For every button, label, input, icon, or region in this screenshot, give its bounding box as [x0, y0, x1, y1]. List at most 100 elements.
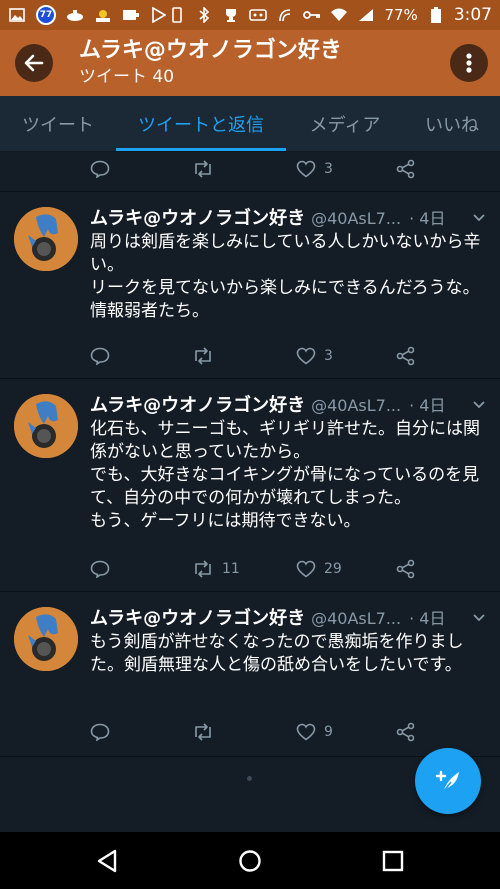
notification-count-icon: 77 [36, 5, 56, 25]
tweet-timestamp: · 4日 [409, 209, 446, 228]
tweet-author-name[interactable]: ムラキ@ウオノラゴン好き [90, 204, 305, 230]
like-button[interactable]: 29 [296, 560, 342, 578]
more-vertical-icon [466, 53, 472, 73]
like-count: 3 [324, 348, 333, 364]
share-button[interactable] [396, 559, 416, 579]
nav-recents-button[interactable] [376, 844, 410, 878]
reply-button[interactable] [90, 560, 110, 578]
retweet-icon [195, 560, 211, 578]
tab-likes[interactable]: いいね [412, 96, 492, 152]
tab-tweets-and-replies[interactable]: ツイートと返信 [120, 96, 282, 152]
battery-saver-icon [122, 7, 140, 23]
vibrate-icon [168, 7, 186, 23]
clock: 3:07 [453, 5, 492, 25]
square-recents-icon [382, 850, 404, 872]
reply-button[interactable] [90, 347, 110, 365]
share-button[interactable] [396, 722, 416, 742]
active-tab-indicator [116, 148, 286, 151]
tweet-item[interactable]: ムラキ@ウオノラゴン好き @40AsL7... · 4日 周りは剣盾を楽しみにし… [0, 192, 500, 378]
retweet-button[interactable]: 11 [192, 560, 240, 578]
tab-tweets[interactable]: ツイート [18, 96, 98, 152]
tweet-timestamp: · 4日 [409, 609, 446, 628]
heart-icon [296, 347, 316, 365]
battery-icon [427, 7, 445, 23]
tweet-text: もう剣盾が許せなくなったので愚痴垢を作りました。剣盾無理な人と傷の舐め合いをした… [90, 632, 464, 675]
tweet-author-handle: @40AsL7... [311, 609, 402, 628]
play-store-icon [150, 7, 168, 23]
status-bar: 77 77% 3:07 [0, 0, 500, 30]
game-controller-icon [249, 7, 268, 23]
tweet-author-handle: @40AsL7... [311, 396, 402, 415]
tweet-item[interactable]: ムラキ@ウオノラゴン好き @40AsL7... · 4日 化石も、サニーゴも、ギ… [0, 379, 500, 591]
tweet-author-name[interactable]: ムラキ@ウオノラゴン好き [90, 604, 305, 630]
chevron-down-icon[interactable] [472, 608, 486, 627]
retweet-button[interactable] [192, 347, 222, 365]
battery-percent: 77% [384, 6, 418, 24]
triangle-back-icon [97, 849, 117, 873]
like-count: 9 [324, 724, 333, 740]
like-button[interactable]: 9 [296, 723, 333, 741]
tweet-actions: 3 [90, 341, 430, 371]
share-icon [396, 559, 415, 579]
retweet-icon [195, 160, 211, 178]
tweet-count: ツイート 40 [79, 67, 175, 87]
profile-name-title: ムラキ@ウオノラゴン好き [79, 38, 342, 63]
back-arrow-icon [24, 54, 44, 72]
nav-home-button[interactable] [233, 844, 267, 878]
tweet-actions: 11 29 [90, 554, 430, 584]
weather-icon [94, 7, 112, 23]
chevron-down-icon[interactable] [472, 395, 486, 414]
heart-icon [296, 560, 316, 578]
tweet-author-handle: @40AsL7... [311, 209, 402, 228]
reply-button[interactable] [90, 160, 110, 178]
retweet-count: 11 [222, 561, 240, 577]
heart-icon [296, 160, 316, 178]
retweet-icon [195, 723, 211, 741]
reply-icon [90, 347, 110, 365]
nav-back-button[interactable] [90, 844, 124, 878]
heart-icon [296, 723, 316, 741]
chevron-down-icon[interactable] [472, 208, 486, 227]
tweet-actions: 9 [90, 717, 430, 747]
avatar[interactable] [14, 207, 78, 271]
like-count: 29 [324, 561, 342, 577]
share-icon [396, 722, 415, 742]
more-options-button[interactable] [450, 44, 488, 82]
tab-media[interactable]: メディア [300, 96, 390, 152]
tweet-actions: 3 [90, 154, 430, 184]
reply-icon [90, 160, 110, 178]
tweet-author-name[interactable]: ムラキ@ウオノラゴン好き [90, 391, 305, 417]
tweet-timestamp: · 4日 [409, 396, 446, 415]
signal-icon [357, 7, 375, 23]
back-button[interactable] [15, 44, 53, 82]
system-nav-bar [0, 832, 500, 889]
gallery-icon [8, 7, 26, 23]
key-icon [303, 7, 321, 23]
avatar[interactable] [14, 607, 78, 671]
profile-tabs: ツイート ツイートと返信 メディア いいね [0, 96, 500, 152]
loading-indicator [247, 776, 252, 781]
share-icon [396, 159, 415, 179]
share-button[interactable] [396, 159, 416, 179]
tweet-text: 周りは剣盾を楽しみにしている人しかいないから辛い。 リークを見てないから楽しみに… [90, 232, 481, 321]
share-button[interactable] [396, 346, 416, 366]
avatar[interactable] [14, 394, 78, 458]
bluetooth-icon [195, 7, 213, 23]
compose-tweet-button[interactable] [415, 748, 481, 814]
reply-icon [90, 560, 110, 578]
retweet-icon [195, 347, 211, 365]
trophy-icon [222, 7, 240, 23]
app-bar: ムラキ@ウオノラゴン好き ツイート 40 [0, 30, 500, 96]
like-button[interactable]: 3 [296, 347, 333, 365]
like-button[interactable]: 3 [296, 160, 333, 178]
retweet-button[interactable] [192, 723, 222, 741]
tweet-item[interactable]: ムラキ@ウオノラゴン好き @40AsL7... · 4日 もう剣盾が許せなくなっ… [0, 592, 500, 756]
reply-button[interactable] [90, 723, 110, 741]
nfc-icon [276, 7, 294, 23]
tweet-text: 化石も、サニーゴも、ギリギリ許せた。自分には関係がないと思っていたから。 でも、… [90, 419, 480, 531]
genie-icon [66, 7, 84, 23]
share-icon [396, 346, 415, 366]
retweet-button[interactable] [192, 160, 214, 178]
compose-feather-icon [435, 770, 459, 793]
like-count: 3 [324, 161, 333, 177]
